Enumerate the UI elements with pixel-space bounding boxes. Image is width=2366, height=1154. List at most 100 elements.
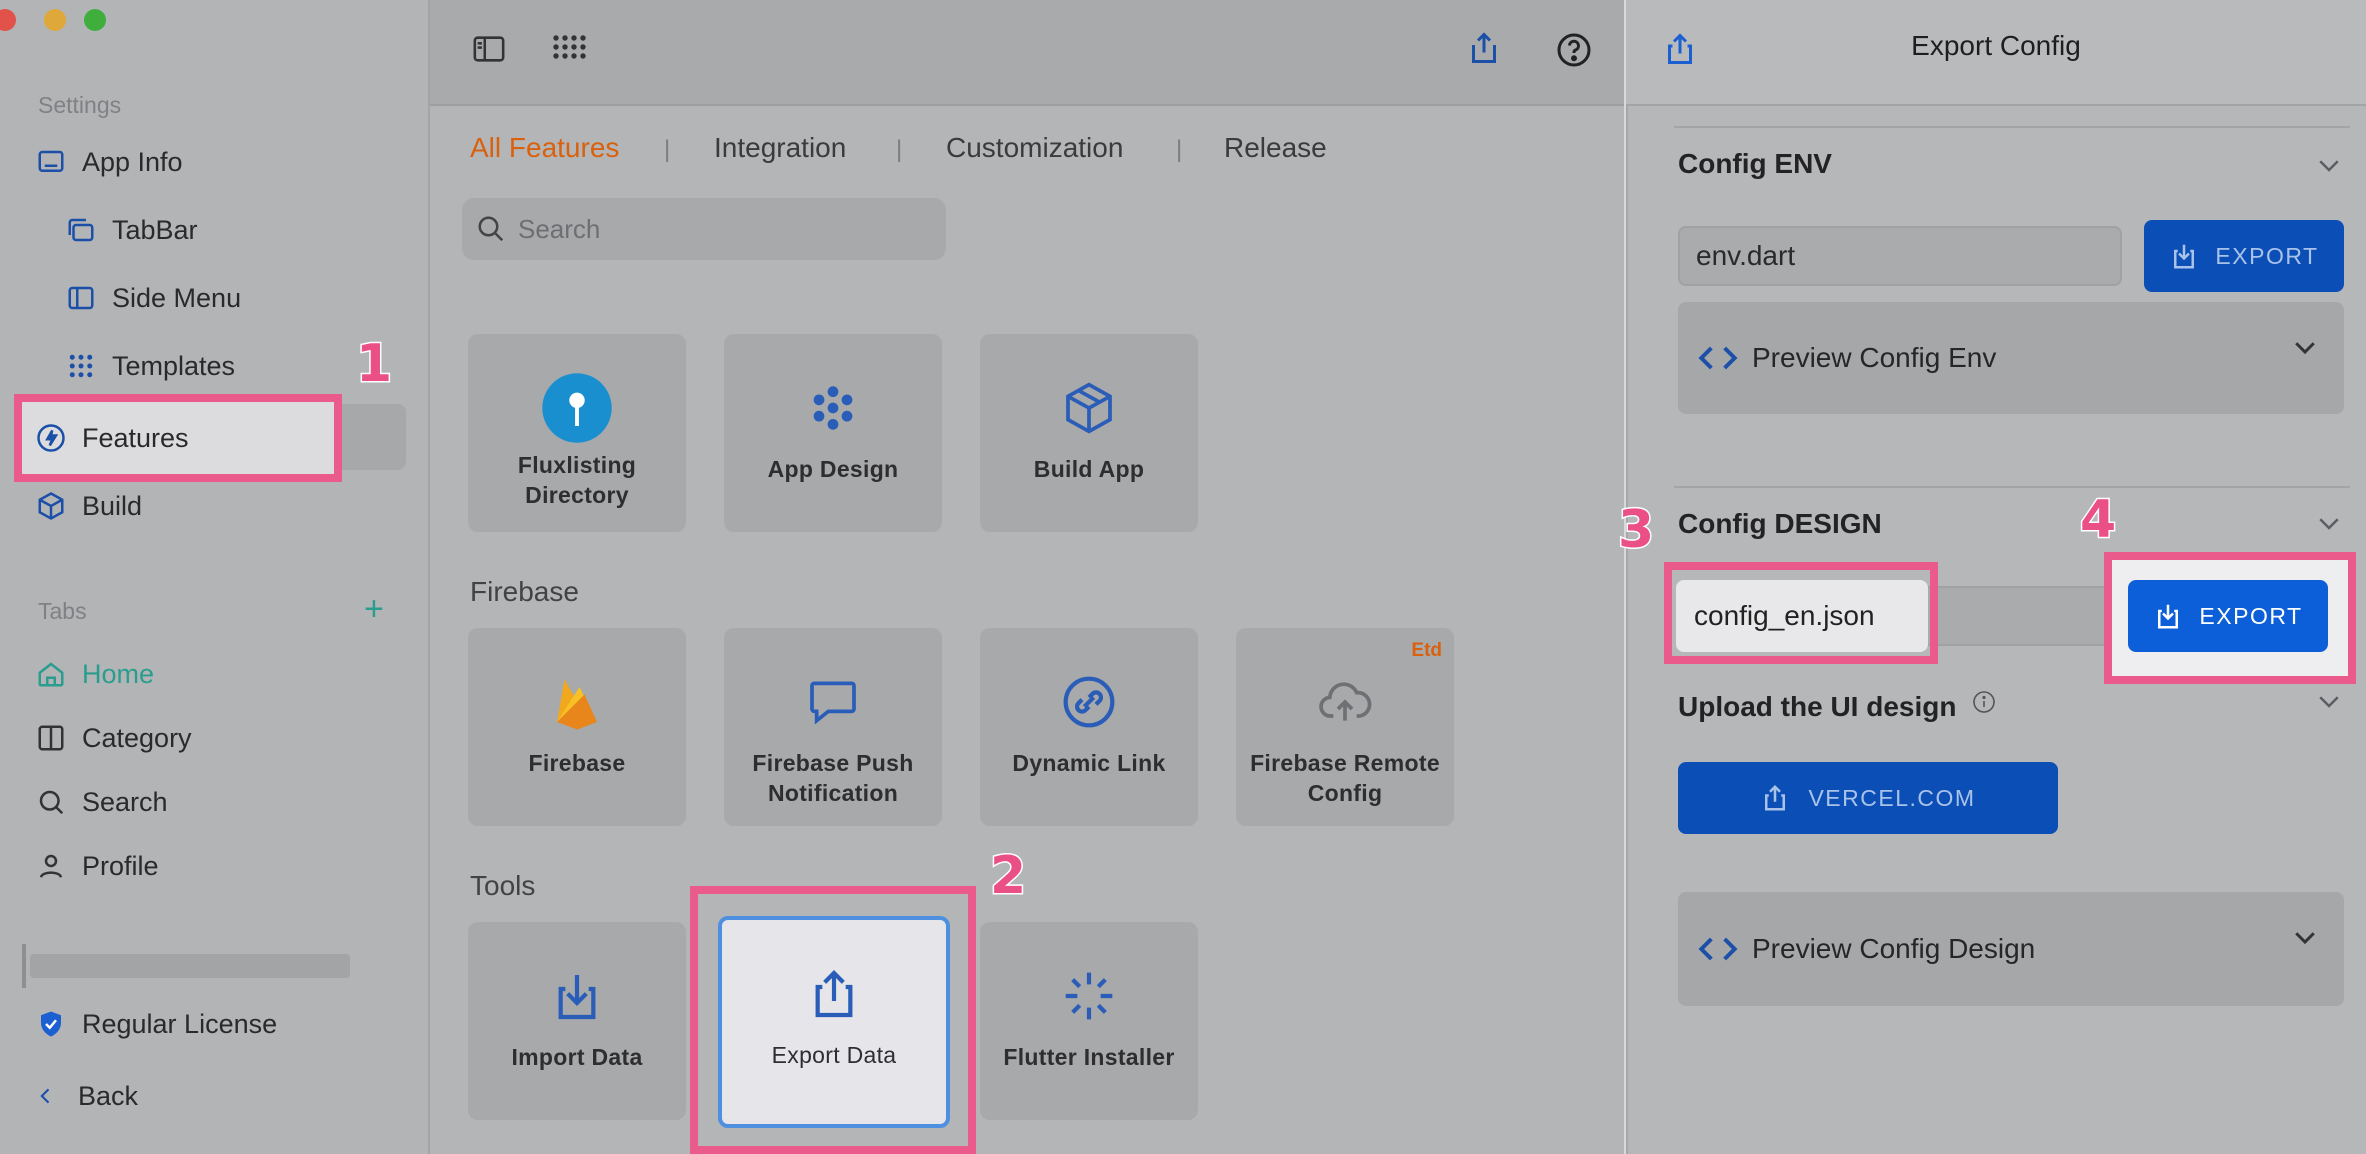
divider — [1674, 486, 2350, 488]
apps-grid-icon[interactable] — [550, 32, 586, 68]
sidebar-item-label: TabBar — [112, 214, 198, 245]
annotation-number-3: 3 — [1616, 499, 1655, 562]
chevron-down-icon[interactable] — [2314, 686, 2344, 716]
vercel-upload-button[interactable]: VERCEL.COM — [1678, 762, 2058, 834]
tab-all-features[interactable]: All Features — [470, 132, 619, 164]
sidebar-tab-label: Category — [82, 722, 192, 753]
search-input[interactable]: Search — [462, 198, 946, 260]
highlight-box-1 — [14, 394, 342, 482]
export-label: EXPORT — [2215, 242, 2319, 269]
sidebar-item-build[interactable]: Build — [36, 484, 142, 528]
feature-card-export-data[interactable]: Export Data — [718, 916, 950, 1128]
sidebar-item-app-info[interactable]: App Info — [36, 140, 183, 184]
main-toolbar — [430, 0, 1624, 106]
sidebar: Settings App Info TabBar Side Menu Templ… — [0, 0, 430, 1154]
grid-icon — [66, 351, 96, 381]
sidebar-tab-profile[interactable]: Profile — [36, 844, 159, 888]
card-label: Flutter Installer — [1003, 1044, 1175, 1070]
sidebar-item-templates[interactable]: Templates — [66, 344, 235, 388]
preview-config-design[interactable]: Preview Config Design — [1678, 892, 2344, 1006]
sidebar-tab-search[interactable]: Search — [36, 780, 168, 824]
sidebar-tab-home[interactable]: Home — [36, 652, 154, 696]
sidebar-tab-category[interactable]: Category — [36, 716, 192, 760]
firebase-icon — [541, 666, 613, 738]
feature-card-flutter-installer[interactable]: Flutter Installer — [980, 922, 1198, 1120]
feature-card-fluxlisting[interactable]: Fluxlisting Directory — [468, 334, 686, 532]
feature-card-firebase[interactable]: Firebase — [468, 628, 686, 826]
tab-separator: | — [1176, 136, 1183, 163]
card-label: Import Data — [511, 1044, 643, 1070]
panel-title: Export Config — [1911, 30, 2081, 61]
share-icon[interactable] — [1466, 28, 1502, 68]
tabbar-icon — [66, 215, 96, 245]
search-placeholder: Search — [518, 213, 601, 244]
window-close-button[interactable] — [0, 9, 16, 31]
tab-separator: | — [664, 136, 671, 163]
dots-icon — [797, 372, 869, 444]
code-icon — [1698, 937, 1738, 961]
info-icon[interactable] — [1972, 690, 1996, 714]
export-env-button[interactable]: EXPORT — [2144, 220, 2344, 292]
preview-label: Preview Config Design — [1752, 933, 2036, 964]
sidebar-item-tabbar[interactable]: TabBar — [66, 208, 198, 252]
card-label: Build App — [1033, 456, 1145, 482]
side-menu-icon — [66, 283, 96, 313]
upload-icon — [1765, 784, 1786, 811]
chevron-down-icon[interactable] — [2314, 508, 2344, 538]
config-env-title: Config ENV — [1678, 148, 1832, 179]
tab-customization[interactable]: Customization — [946, 132, 1123, 164]
import-icon — [541, 960, 613, 1032]
sidebar-tab-label: Search — [82, 786, 168, 817]
columns-icon — [36, 723, 66, 753]
add-tab-icon[interactable]: + — [364, 590, 384, 629]
back-button[interactable]: Back — [36, 1074, 138, 1118]
tools-section-label: Tools — [470, 870, 536, 901]
highlight-box-3 — [1664, 562, 1938, 664]
monitor-icon — [36, 147, 66, 177]
upload-ui-design-title: Upload the UI design — [1678, 690, 1996, 723]
back-label: Back — [78, 1080, 139, 1111]
card-label: Firebase Remote Config — [1250, 750, 1440, 806]
blurred-placeholder — [30, 954, 350, 978]
export-icon — [798, 958, 870, 1030]
preview-config-env[interactable]: Preview Config Env — [1678, 302, 2344, 414]
etd-badge: Etd — [1411, 640, 1442, 661]
search-icon — [476, 214, 506, 244]
sidebar-item-label: Side Menu — [112, 282, 242, 313]
tab-integration[interactable]: Integration — [714, 132, 846, 164]
chevron-down-icon — [2295, 932, 2315, 945]
feature-card-import-data[interactable]: Import Data — [468, 922, 686, 1120]
feature-card-firebase-remote-config[interactable]: Etd Firebase Remote Config — [1236, 628, 1454, 826]
feature-card-firebase-push[interactable]: Firebase Push Notification — [724, 628, 942, 826]
highlight-box-4 — [2104, 552, 2356, 684]
link-icon — [1053, 666, 1125, 738]
help-icon[interactable] — [1556, 32, 1592, 68]
card-label: Firebase Push Notification — [752, 750, 914, 806]
window-minimize-button[interactable] — [44, 9, 66, 31]
search-icon — [36, 787, 66, 817]
env-file-field[interactable]: env.dart — [1678, 226, 2122, 286]
sparkle-icon — [1053, 960, 1125, 1032]
feature-card-build-app[interactable]: Build App — [980, 334, 1198, 532]
sidebar-item-side-menu[interactable]: Side Menu — [66, 276, 241, 320]
pin-icon — [541, 372, 613, 444]
sidebar-toggle-icon[interactable] — [470, 32, 508, 66]
firebase-section-label: Firebase — [470, 576, 579, 607]
scroll-indicator — [22, 944, 26, 988]
window-zoom-button[interactable] — [84, 9, 106, 31]
config-design-title: Config DESIGN — [1678, 508, 1882, 539]
sidebar-item-label: Build — [82, 490, 143, 521]
upload-title-text: Upload the UI design — [1678, 691, 1957, 722]
chevron-down-icon[interactable] — [2314, 150, 2344, 180]
feature-card-app-design[interactable]: App Design — [724, 334, 942, 532]
shield-icon — [36, 1009, 66, 1039]
tabs-section-label: Tabs — [38, 598, 87, 624]
cube-icon — [36, 491, 66, 521]
sidebar-license[interactable]: Regular License — [36, 1002, 277, 1046]
chevron-down-icon — [2295, 342, 2315, 355]
tab-release[interactable]: Release — [1224, 132, 1327, 164]
user-icon — [36, 851, 66, 881]
feature-card-dynamic-link[interactable]: Dynamic Link — [980, 628, 1198, 826]
sidebar-tab-label: Profile — [82, 850, 159, 881]
divider — [1674, 126, 2350, 128]
